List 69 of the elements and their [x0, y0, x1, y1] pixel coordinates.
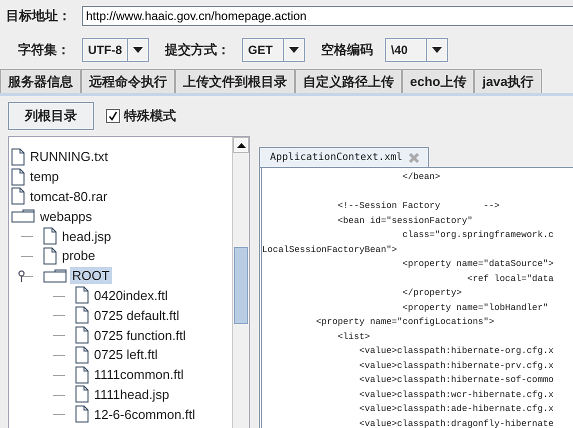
tree-item[interactable]: RUNNING.txt	[28, 148, 110, 166]
code-line: <ref local="data	[466, 272, 555, 286]
code-line: <!--Session Factory -->	[336, 200, 501, 213]
dropdown-arrow-icon	[432, 47, 442, 53]
option-label: 字符集：	[18, 41, 70, 59]
code-line: <value>classpath:hibernate-sof-commo	[358, 374, 555, 387]
tree-item[interactable]: probe	[60, 247, 98, 264]
code-line: class="org.springframework.c	[401, 229, 555, 242]
code-line: </property>	[401, 287, 463, 300]
list-root-button[interactable]: 列根目录	[8, 102, 94, 130]
file-icon	[75, 306, 89, 324]
up-arrow-icon	[236, 142, 246, 148]
tab[interactable]: 服务器信息	[0, 69, 81, 93]
code-line: <property name="lobHandler"	[401, 302, 550, 314]
combo-box[interactable]: UTF-8	[82, 38, 149, 62]
tree-item[interactable]: webapps	[38, 208, 94, 225]
option-label: 空格编码	[321, 41, 373, 59]
tree-item[interactable]: 12-6-6common.ftl	[92, 406, 198, 423]
combo-box[interactable]: \40	[385, 38, 448, 62]
code-line: <value>classpath:dragonfly-hibernate	[358, 418, 555, 428]
code-line: <value>classpath:hibernate-prv.cfg.x	[358, 360, 555, 372]
code-line: LocalSessionFactoryBean">	[262, 244, 398, 256]
file-icon	[43, 246, 57, 265]
file-icon	[43, 227, 57, 246]
code-line: <property name="configLocations">	[315, 316, 496, 329]
code-line: </bean>	[401, 171, 442, 184]
combo-box[interactable]: GET	[242, 38, 305, 62]
scrollbar[interactable]	[232, 137, 249, 428]
file-icon	[75, 385, 89, 404]
file-icon	[75, 286, 89, 304]
checkbox-label: 特殊模式	[124, 107, 176, 125]
code-line: <value>classpath:hibernate-org.cfg.x	[358, 345, 555, 358]
tab[interactable]: 远程命令执行	[81, 69, 175, 93]
target-label: 目标地址：	[6, 7, 72, 25]
file-icon	[11, 148, 25, 166]
scroll-up-button[interactable]	[233, 137, 249, 153]
code-line: <property name="dataSource">	[401, 258, 555, 271]
dropdown-arrow-icon	[289, 47, 299, 53]
tab[interactable]: echo上传	[402, 69, 474, 93]
tab[interactable]: java执行	[474, 69, 542, 93]
file-icon	[75, 346, 89, 364]
code-line: <bean id="sessionFactory"	[336, 214, 474, 228]
tab[interactable]: 自定义路径上传	[295, 69, 402, 93]
checkbox[interactable]	[106, 109, 120, 123]
tree-item[interactable]: 1111common.ftl	[92, 366, 186, 384]
tree-item[interactable]: 0725 left.ftl	[92, 346, 160, 364]
dropdown-arrow-icon	[133, 47, 143, 53]
file-icon	[75, 366, 89, 384]
expand-handle-icon[interactable]	[18, 270, 25, 282]
file-icon	[75, 405, 89, 424]
code-line: <list>	[336, 330, 372, 344]
tree-item[interactable]: ROOT	[70, 267, 112, 284]
tree-item[interactable]: temp	[28, 168, 61, 186]
file-icon	[11, 168, 25, 186]
file-icon	[75, 326, 89, 344]
tree-item[interactable]: head.jsp	[60, 228, 114, 245]
tree-item[interactable]: 0725 default.ftl	[92, 306, 182, 324]
scroll-thumb[interactable]	[234, 247, 248, 324]
tree-item[interactable]: 0420index.ftl	[92, 286, 170, 304]
file-icon	[11, 187, 25, 206]
tab[interactable]: 上传文件到根目录	[175, 69, 295, 93]
url-field[interactable]: http://www.haaic.gov.cn/homepage.action	[82, 6, 573, 26]
option-label: 提交方式：	[165, 41, 230, 59]
tree-item[interactable]: 0725 function.ftl	[92, 326, 188, 344]
file-tab[interactable]: ApplicationContext.xml	[259, 147, 430, 167]
tree-item[interactable]: 1111head.jsp	[92, 386, 172, 403]
code-line: <value>classpath:wcr-hibernate.cfg.x	[358, 388, 555, 402]
tree-item[interactable]: tomcat-80.rar	[28, 188, 110, 205]
code-line: <value>classpath:ade-hibernate.cfg.x	[358, 403, 555, 416]
